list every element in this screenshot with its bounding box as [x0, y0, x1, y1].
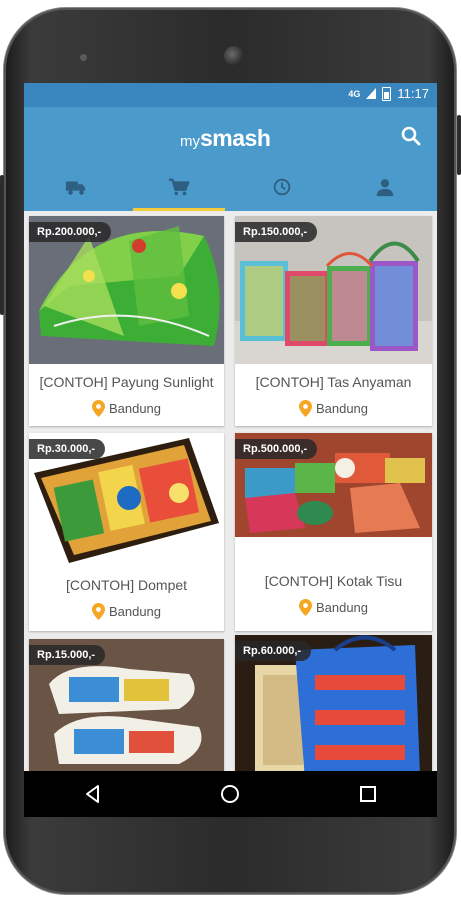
location-pin-icon — [298, 599, 312, 616]
status-bar: 4G 11:17 — [24, 83, 437, 107]
product-location: Bandung — [29, 400, 224, 417]
location-label: Bandung — [315, 401, 369, 416]
app-bar: mysmash — [24, 107, 437, 183]
back-icon[interactable] — [82, 783, 104, 805]
tab-delivery[interactable] — [24, 181, 127, 211]
product-card[interactable]: Rp.200.000,- [CONTOH] Payung Sunlight Ba… — [29, 216, 224, 426]
product-title: [CONTOH] Dompet — [65, 577, 188, 593]
front-camera — [224, 46, 244, 66]
system-nav-bar — [24, 771, 437, 817]
location-pin-icon — [298, 400, 312, 417]
price-badge: Rp.30.000,- — [29, 439, 106, 459]
tab-history[interactable] — [231, 178, 334, 211]
cart-icon — [168, 178, 190, 196]
truck-icon — [65, 181, 85, 195]
product-card[interactable]: Rp.30.000,- [CONTOH] Dompet Bandung — [29, 433, 224, 631]
product-location: Bandung — [235, 599, 432, 616]
product-location: Bandung — [29, 603, 224, 620]
logo-prefix: my — [180, 133, 200, 150]
location-label: Bandung — [108, 604, 162, 619]
product-grid: Rp.200.000,- [CONTOH] Payung Sunlight Ba… — [24, 211, 437, 817]
location-label: Bandung — [108, 401, 162, 416]
signal-icon — [366, 88, 377, 99]
logo-brand: smash — [200, 125, 271, 151]
product-title: [CONTOH] Tas Anyaman — [255, 374, 412, 390]
price-badge: Rp.15.000,- — [29, 645, 106, 665]
location-pin-icon — [91, 603, 105, 620]
network-type: 4G — [348, 88, 361, 99]
sensor-dot — [80, 54, 87, 61]
app-screen: 4G 11:17 mysmash Rp.200.000,- [CONTOH] P… — [24, 83, 437, 817]
home-icon[interactable] — [219, 783, 241, 805]
tab-bar — [24, 178, 437, 211]
price-badge: Rp.200.000,- — [29, 222, 112, 242]
product-card[interactable]: Rp.150.000,- [CONTOH] Tas Anyaman Bandun… — [235, 216, 432, 426]
price-badge: Rp.60.000,- — [235, 641, 312, 661]
product-title: [CONTOH] Kotak Tisu — [264, 573, 403, 589]
tab-shop[interactable] — [127, 178, 230, 211]
app-logo: mysmash — [180, 125, 271, 152]
recents-icon[interactable] — [357, 783, 379, 805]
tab-profile[interactable] — [334, 179, 437, 211]
location-label: Bandung — [315, 600, 369, 615]
person-icon — [377, 179, 394, 197]
battery-icon — [382, 86, 392, 101]
product-title: [CONTOH] Payung Sunlight — [39, 374, 214, 390]
price-badge: Rp.150.000,- — [235, 222, 318, 242]
search-icon[interactable] — [399, 124, 423, 148]
clock-icon — [273, 178, 291, 196]
price-badge: Rp.500.000,- — [235, 439, 318, 459]
side-button-right — [457, 115, 461, 175]
clock-time: 11:17 — [397, 86, 429, 101]
location-pin-icon — [91, 400, 105, 417]
side-button-left — [0, 175, 4, 315]
product-card[interactable]: Rp.500.000,- [CONTOH] Kotak Tisu Bandung — [235, 433, 432, 631]
product-location: Bandung — [235, 400, 432, 417]
